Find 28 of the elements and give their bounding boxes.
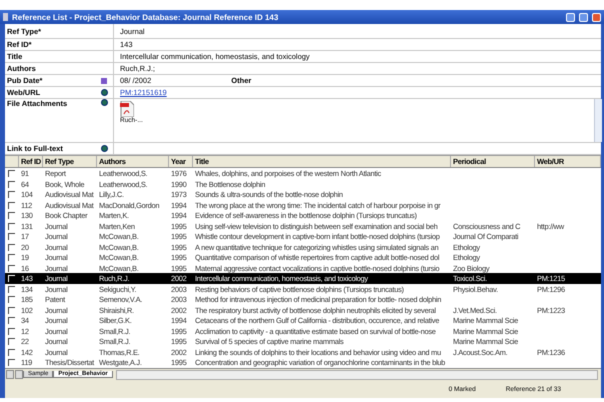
checkbox[interactable]	[8, 306, 15, 314]
checkbox[interactable]	[8, 317, 15, 324]
calendar-icon[interactable]	[101, 78, 107, 84]
close-button[interactable]	[592, 12, 601, 22]
horizontal-scrollbar[interactable]	[116, 370, 598, 380]
checkbox[interactable]	[8, 222, 15, 230]
checkbox[interactable]	[8, 191, 15, 198]
checkbox[interactable]	[8, 296, 15, 304]
checkbox[interactable]	[8, 348, 15, 356]
scrollbar[interactable]	[594, 99, 602, 142]
checkbox[interactable]	[8, 338, 15, 346]
checkbox[interactable]	[8, 286, 15, 293]
checkbox[interactable]	[8, 180, 15, 188]
checkbox[interactable]	[8, 264, 15, 272]
window-title: Reference List - Project_Behavior Database: Journal Reference ID 143	[12, 12, 280, 22]
scroll-left-button[interactable]	[6, 370, 14, 379]
checkbox[interactable]	[8, 233, 15, 240]
checkbox[interactable]	[8, 328, 15, 335]
checkbox[interactable]	[8, 170, 15, 178]
checkbox[interactable]	[8, 359, 15, 366]
checkbox[interactable]	[8, 212, 15, 220]
maximize-button[interactable]	[579, 12, 588, 22]
checkbox[interactable]	[8, 202, 15, 209]
checkbox[interactable]	[8, 244, 15, 251]
scroll-right-button[interactable]	[15, 370, 23, 379]
pdf-file-icon[interactable]	[120, 101, 134, 117]
minimize-button[interactable]	[566, 12, 575, 22]
checkbox[interactable]	[8, 254, 15, 262]
